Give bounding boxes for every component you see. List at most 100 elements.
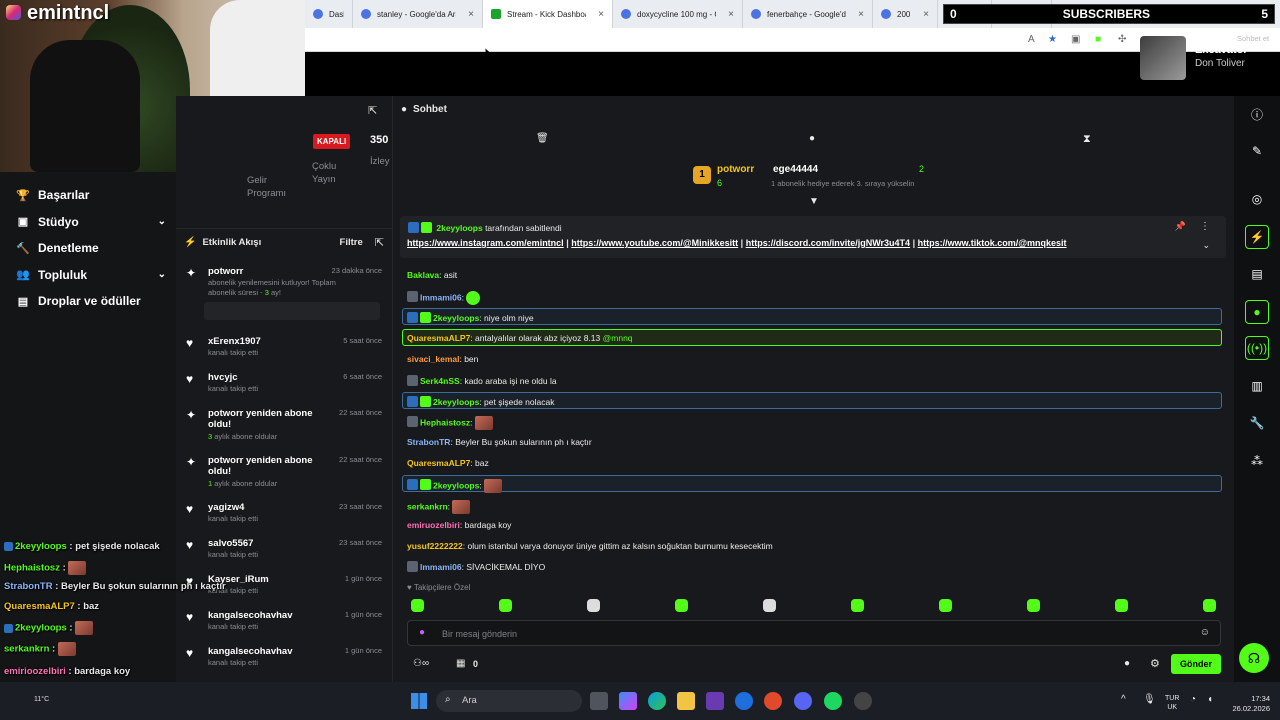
puzzle-icon[interactable]: ✣ <box>1118 34 1126 45</box>
discord-link[interactable]: https://discord.com/invite/jgNWr3u4T4 <box>746 238 910 248</box>
nav-item-3[interactable]: 👥 Topluluk ⌄ <box>16 268 166 282</box>
mic-tray-icon[interactable]: 🎙 <box>1143 694 1156 705</box>
emote-icon[interactable] <box>499 599 512 612</box>
chat-username[interactable]: lmmami06 <box>420 292 462 302</box>
wifi-icon[interactable]: ◔ <box>1190 694 1196 705</box>
tray-chevron-icon[interactable]: ^ <box>1121 694 1126 705</box>
chat-username[interactable]: 2keyyloops <box>433 397 479 407</box>
tab-close-icon[interactable]: × <box>722 9 734 20</box>
chat-username[interactable]: QuaresmaALP7 <box>407 333 470 343</box>
kick-extension-icon[interactable]: ■ <box>1095 34 1101 45</box>
spotify-icon[interactable] <box>824 692 842 710</box>
info-icon[interactable]: ⓘ <box>1245 102 1269 126</box>
chat-mode-icon[interactable]: ● <box>809 133 815 144</box>
tab-close-icon[interactable]: × <box>917 9 929 20</box>
status-badge[interactable]: KAPALI <box>313 134 351 149</box>
chevron-down-icon[interactable]: ⌄ <box>158 216 166 227</box>
collapse-icon[interactable]: ▼ <box>809 196 819 207</box>
chat-username[interactable]: lmmami06 <box>420 562 462 572</box>
community-icon[interactable]: ⁂ <box>1245 449 1269 473</box>
taskbar-search[interactable]: ⌕ Ara <box>436 690 582 712</box>
emote-icon[interactable] <box>939 599 952 612</box>
edge-icon[interactable] <box>648 692 666 710</box>
tiktok-link[interactable]: https://www.tiktok.com/@mnqkesit <box>918 238 1067 248</box>
instagram-link[interactable]: https://www.instagram.com/emintncl <box>407 238 564 248</box>
chat-username[interactable]: Serk4nSS <box>420 376 460 386</box>
chat-username[interactable]: QuaresmaALP7 <box>407 458 470 468</box>
mic-icon[interactable]: ● <box>419 627 425 638</box>
discord-icon[interactable] <box>794 692 812 710</box>
pin-icon[interactable]: 📌 <box>1175 221 1186 232</box>
chat-message[interactable]: yusuf2222222: olum istanbul varya donuyo… <box>407 541 773 551</box>
activity-item[interactable]: ♥ Kayser_iRum 1 gün önce kanalı takip etti <box>186 574 382 614</box>
activity-item[interactable]: ✦ potworr yeniden abone oldu! 22 saat önce… <box>186 455 382 495</box>
filter-button[interactable]: Filtre <box>340 237 363 248</box>
second-user[interactable]: ege44444 <box>773 164 818 175</box>
chat-message[interactable]: lmmami06: <box>407 291 481 305</box>
extension-icon[interactable]: ▣ <box>1071 34 1080 45</box>
browser-icon[interactable] <box>764 692 782 710</box>
chat-username[interactable]: Hephaistosz <box>420 417 470 427</box>
chat-username[interactable]: 2keyyloops <box>433 480 479 490</box>
settings-icon[interactable]: ⚙ <box>1150 657 1160 670</box>
translate-icon[interactable]: A <box>1028 34 1035 45</box>
chat-username[interactable]: Baklava <box>407 270 439 280</box>
taskview-icon[interactable] <box>590 692 608 710</box>
browser-tab[interactable]: doxycycline 100 mg - Goo × <box>613 0 743 28</box>
chat-message[interactable]: 2keyyloops: niye olm niye <box>407 312 534 323</box>
chat-username[interactable]: yusuf2222222 <box>407 541 463 551</box>
chat-message[interactable]: serkankrn: <box>407 500 471 514</box>
popout-icon[interactable]: ⇱ <box>368 104 377 117</box>
emote-icon[interactable] <box>1027 599 1040 612</box>
chat-message[interactable]: 2keyyloops: pet şişede nolacak <box>407 396 554 407</box>
windows-start-icon[interactable] <box>411 693 427 709</box>
chat-message[interactable]: QuaresmaALP7: antalyalılar olarak abz iç… <box>407 333 633 343</box>
chat-username[interactable]: serkankrn <box>407 501 448 511</box>
chat-message[interactable]: Hephaistosz: <box>407 416 493 430</box>
nav-item-1[interactable]: ▣ Stüdyo ⌄ <box>16 215 166 229</box>
chat-username[interactable]: StrabonTR <box>407 437 450 447</box>
revenue-program-label[interactable]: Gelir Programı <box>247 174 297 200</box>
app-icon[interactable] <box>706 692 724 710</box>
emote-icon[interactable] <box>587 599 600 612</box>
emote-icon[interactable] <box>1115 599 1128 612</box>
send-button[interactable]: Gönder <box>1171 654 1221 674</box>
activity-item[interactable]: ♥ kangalsecohavhav 1 gün önce kanalı takip … <box>186 610 382 650</box>
flash-icon[interactable]: ⚡ <box>1245 225 1269 249</box>
activity-popout-icon[interactable]: ⇱ <box>375 236 384 249</box>
first-user[interactable]: potworr <box>717 164 754 175</box>
obs-icon[interactable] <box>854 692 872 710</box>
tab-close-icon[interactable]: × <box>592 9 604 20</box>
tab-close-icon[interactable]: × <box>852 9 864 20</box>
chat-message[interactable]: StrabonTR: Beyler Bu şokun sularının ph … <box>407 437 592 447</box>
emote-icon[interactable] <box>763 599 776 612</box>
activity-item[interactable]: ♥ yagizw4 23 saat önce kanalı takip etti <box>186 502 382 542</box>
chat-message[interactable]: sivaci_kemal: ben <box>407 354 478 364</box>
more-icon[interactable]: ⋮ <box>1200 221 1210 232</box>
store-icon[interactable]: ▦ <box>456 658 465 669</box>
chat-message[interactable]: emiruozelbiri: bardaga koy <box>407 520 511 530</box>
chat-input[interactable]: ● Bir mesaj gönderin ☺ <box>407 620 1221 646</box>
browser-tab[interactable]: Stream - Kick Dashboard × <box>483 0 613 28</box>
activity-item[interactable]: ♥ xErenx1907 5 saat önce kanalı takip etti <box>186 336 382 376</box>
activity-item[interactable]: ♥ kangalsecohavhav 1 gün önce kanalı takip … <box>186 646 382 686</box>
expand-icon[interactable]: ⌄ <box>1202 240 1210 251</box>
explorer-icon[interactable] <box>677 692 695 710</box>
hourglass-icon[interactable]: ⧗ <box>1083 133 1091 146</box>
activity-item[interactable]: ✦ potworr 23 dakika önce abonelik yenilemes… <box>186 266 382 320</box>
broadcast-icon[interactable]: ((•)) <box>1245 336 1269 360</box>
points-icon[interactable]: ⚇∞ <box>413 658 429 669</box>
wrench-icon[interactable]: 🔧 <box>1245 411 1269 435</box>
emote-icon[interactable] <box>851 599 864 612</box>
browser-tab[interactable]: stanley - Google'da Ara × <box>353 0 483 28</box>
chevron-down-icon[interactable]: ⌄ <box>158 269 166 280</box>
emoji-icon[interactable]: ☺ <box>1200 627 1210 638</box>
browser-tab[interactable]: Dashboard <box>305 0 353 28</box>
chat-message[interactable]: Serk4nSS: kado araba işi ne oldu la <box>407 375 557 386</box>
chat-mention[interactable]: @mnnq <box>603 333 633 343</box>
activity-item[interactable]: ♥ hvcyjc 6 saat önce kanalı takip etti <box>186 372 382 412</box>
record-icon[interactable]: ◎ <box>1245 187 1269 211</box>
lang-label[interactable]: TUR UK <box>1165 694 1179 712</box>
chat-toggle-icon[interactable]: ● <box>1245 300 1269 324</box>
chat-username[interactable]: emiruozelbiri <box>407 520 460 530</box>
